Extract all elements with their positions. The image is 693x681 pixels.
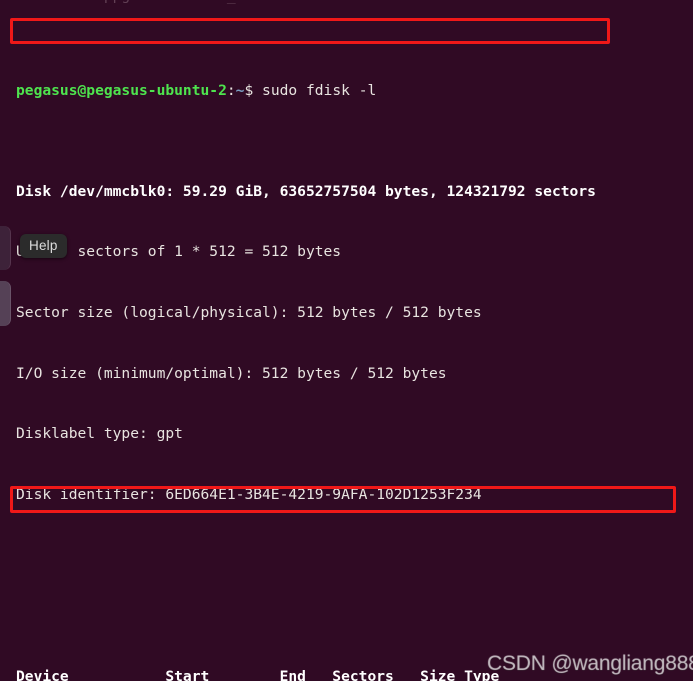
help-tooltip[interactable]: Help xyxy=(20,234,67,258)
disk-sector-size-mmcblk0: Sector size (logical/physical): 512 byte… xyxy=(16,304,482,321)
prompt-command: sudo fdisk -l xyxy=(253,81,377,99)
disk-io-size-mmcblk0: I/O size (minimum/optimal): 512 bytes / … xyxy=(16,364,447,382)
edge-panel-tab-bottom[interactable] xyxy=(0,281,11,326)
shell-prompt-line: pegasus@pegasus-ubuntu-2:~$ sudo fdisk -… xyxy=(16,81,649,101)
prompt-sigil: $ xyxy=(244,81,254,99)
terminal-output: pegasus@pegasus-ubuntu-2:~$ sudo fdisk -… xyxy=(16,0,649,681)
prompt-separator: : xyxy=(226,81,236,99)
disk-identifier-mmcblk0: Disk identifier: 6ED664E1-3B4E-4219-9AFA… xyxy=(16,485,482,503)
disk-label-type-mmcblk0: Disklabel type: gpt xyxy=(16,425,183,443)
terminal-window[interactable]: ... ppg.... ... _ pegasus@pegasus-ubuntu… xyxy=(0,0,693,681)
prompt-user-host: pegasus@pegasus-ubuntu-2 xyxy=(16,81,227,99)
disk-title-mmcblk0: Disk /dev/mmcblk0: 59.29 GiB, 6365275750… xyxy=(16,182,596,200)
partition-table-header-mmcblk0: Device Start End Sectors Size Type xyxy=(16,667,500,681)
disk-units-mmcblk0: Units: sectors of 1 * 512 = 512 bytes xyxy=(16,243,342,261)
edge-panel-tab-top[interactable] xyxy=(0,226,11,270)
